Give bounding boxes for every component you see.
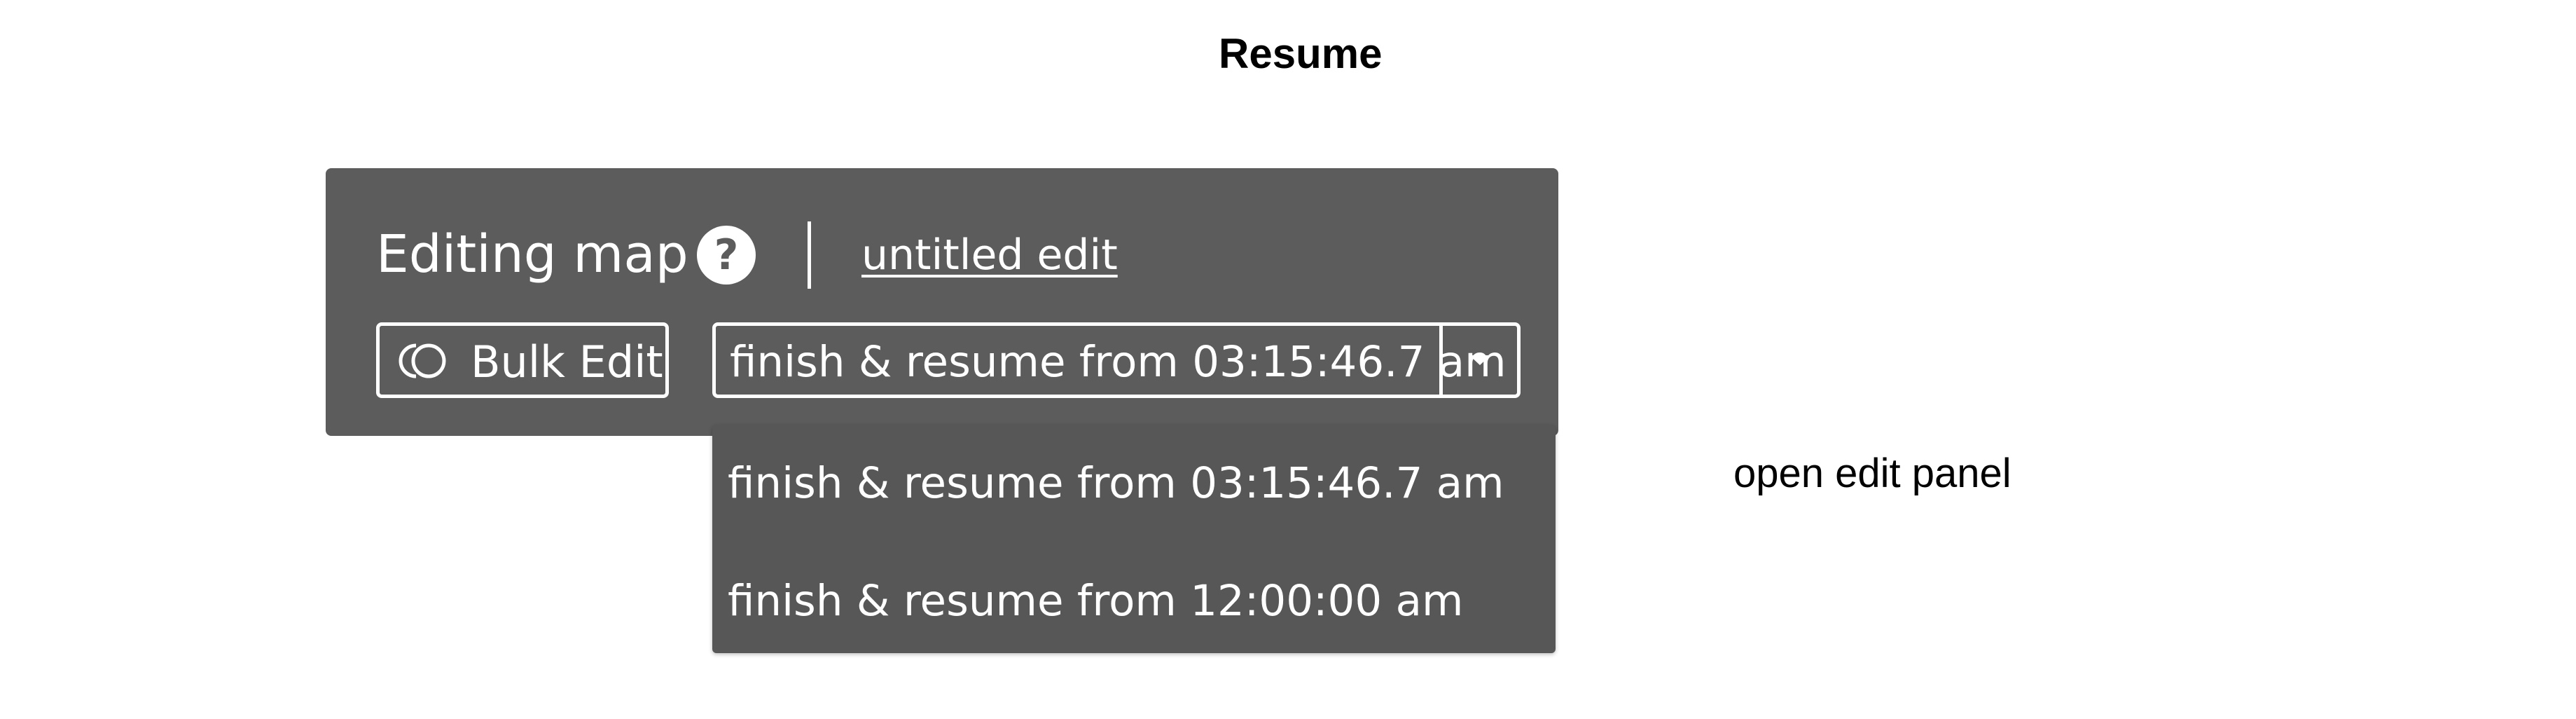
dropdown-option[interactable]: finish & resume from 03:15:46.7 am <box>712 430 1556 535</box>
resume-dropdown-menu: finish & resume from 03:15:46.7 am finis… <box>712 425 1556 653</box>
dropdown-toggle-button[interactable] <box>1443 326 1517 395</box>
edit-name-link[interactable]: untitled edit <box>861 228 1118 282</box>
bulk-edit-label: Bulk Edit <box>471 336 663 388</box>
edit-panel: Editing map ? untitled edit Bulk Edit fi… <box>326 168 1558 436</box>
page: Resume Editing map ? untitled edit Bulk … <box>0 0 2576 719</box>
header-divider <box>808 221 811 289</box>
page-title: Resume <box>1219 30 1383 77</box>
dropdown-option-label: finish & resume from 03:15:46.7 am <box>728 458 1504 508</box>
panel-heading: Editing map <box>376 224 688 285</box>
dropdown-option[interactable]: finish & resume from 12:00:00 am <box>712 548 1556 653</box>
caret-down-icon <box>1469 355 1490 365</box>
annotation-label: open edit panel <box>1733 451 2011 496</box>
dropdown-option-label: finish & resume from 12:00:00 am <box>728 576 1464 626</box>
help-icon[interactable]: ? <box>697 226 756 285</box>
bulk-edit-icon <box>399 343 446 378</box>
bulk-edit-button[interactable]: Bulk Edit <box>376 322 669 398</box>
resume-select-value: finish & resume from 03:15:46.7 am <box>730 337 1507 387</box>
resume-select[interactable]: finish & resume from 03:15:46.7 am <box>712 322 1521 398</box>
